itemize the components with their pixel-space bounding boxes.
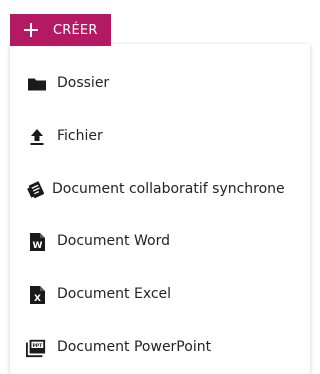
create-menu: Dossier Fichier Document collaboratif sy… [10, 44, 310, 374]
create-button[interactable]: CRÉER [10, 14, 111, 46]
menu-item-word-document[interactable]: W Document Word [10, 222, 310, 262]
plus-icon [24, 23, 38, 37]
word-document-icon: W [27, 232, 47, 252]
menu-item-powerpoint-document[interactable]: PPT Document PowerPoint [10, 328, 310, 368]
powerpoint-document-icon: PPT [26, 338, 46, 358]
menu-item-label: Dossier [57, 75, 110, 91]
menu-item-excel-document[interactable]: X Document Excel [10, 275, 310, 315]
menu-item-folder[interactable]: Dossier [10, 64, 310, 104]
menu-item-label: Document PowerPoint [57, 339, 212, 355]
collaborative-document-icon [26, 180, 46, 200]
word-badge: W [33, 241, 43, 251]
powerpoint-badge: PPT [32, 343, 43, 349]
excel-badge: X [34, 294, 41, 304]
menu-item-label: Document Excel [57, 286, 172, 302]
menu-item-label: Document collaboratif synchrone [52, 181, 285, 197]
excel-document-icon: X [27, 285, 47, 305]
upload-icon [27, 127, 47, 147]
menu-item-label: Fichier [57, 128, 103, 144]
menu-item-file[interactable]: Fichier [10, 117, 310, 157]
menu-item-label: Document Word [57, 233, 170, 249]
create-button-label: CRÉER [53, 22, 98, 38]
folder-icon [27, 74, 47, 94]
menu-item-collaborative-document[interactable]: Document collaboratif synchrone [10, 170, 310, 210]
